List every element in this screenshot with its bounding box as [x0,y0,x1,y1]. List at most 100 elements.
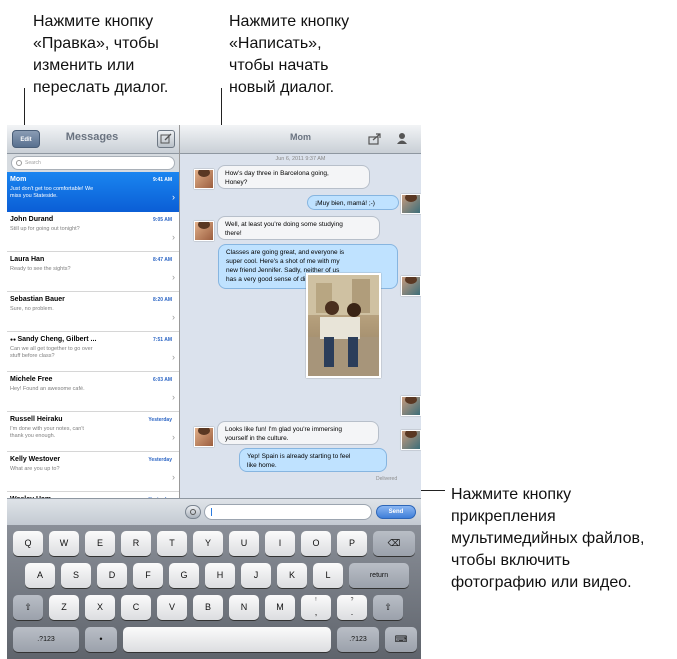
key-p[interactable]: P [337,531,367,556]
key-question-period[interactable]: ?. [337,595,367,620]
avatar-mom [194,221,214,241]
message-bubble-incoming: Well, at least you're doing some studyin… [217,216,380,240]
attach-callout: Нажмите кнопку прикрепления мультимедийн… [451,486,645,591]
chevron-right-icon: › [172,192,175,202]
conversation-preview: What are you up to? [10,466,60,472]
key-y[interactable]: Y [193,531,223,556]
numbers-key[interactable]: .?123 [13,627,79,652]
key-g[interactable]: G [169,563,199,588]
conversation-item[interactable]: John Durand 9:05 AM Still up for going out… [7,212,179,252]
avatar-me [401,194,421,214]
key-d[interactable]: D [97,563,127,588]
key-o[interactable]: O [301,531,331,556]
key-a[interactable]: A [25,563,55,588]
chat-pane: Mom Jun 6, 2011 9:37 AM How's day three … [180,125,421,498]
conversation-item[interactable]: ●● Sandy Cheng, Gilbert ... 7:51 AM Can we… [7,332,179,372]
conversation-preview: Just don't get too comfortable! We miss … [10,186,94,199]
compose-button[interactable] [157,130,175,148]
conversation-name-text: Sandy Cheng, Gilbert ... [17,336,97,343]
conversations-nav-bar: Edit Messages [7,125,179,154]
conversation-preview: Sure, no problem. [10,306,54,312]
conversation-preview: Still up for going out tonight? [10,226,80,232]
key-s[interactable]: S [61,563,91,588]
conversation-time: Yesterday [148,417,172,423]
key-m[interactable]: M [265,595,295,620]
conversation-name: Michele Free [10,376,52,383]
key-l[interactable]: L [313,563,343,588]
conversation-item[interactable]: Sebastian Bauer 8:20 AM Sure, no problem. › [7,292,179,332]
return-key[interactable]: return [349,563,409,588]
key-q[interactable]: Q [13,531,43,556]
search-placeholder: Search [25,160,41,166]
conversation-name: ●● Sandy Cheng, Gilbert ... [10,336,96,343]
photo-attachment[interactable] [306,273,381,378]
edit-leader-line [24,88,25,130]
shift-key-right[interactable]: ⇧ [373,595,403,620]
key-t[interactable]: T [157,531,187,556]
conversation-time: 9:41 AM [153,177,172,183]
chevron-right-icon: › [172,272,175,282]
message-bubble-outgoing: Yep! Spain is already starting to feel l… [239,448,387,472]
avatar-mom [194,427,214,447]
conversation-time: 8:20 AM [153,297,172,303]
shift-key[interactable]: ⇧ [13,595,43,620]
conversation-time: 6:03 AM [153,377,172,383]
send-button[interactable]: Send [376,505,416,519]
space-key[interactable] [123,627,331,652]
conversation-item[interactable]: Mom 9:41 AM Just don't get too comfortable… [7,172,179,212]
conversation-name-text: Russell Heiraku [10,416,63,423]
message-bubble-incoming: How's day three in Barcelona going, Hone… [217,165,370,189]
avatar-mom [194,169,214,189]
key-exclamation-comma[interactable]: !, [301,595,331,620]
search-input[interactable]: Search [11,156,175,170]
conversation-name-text: Mom [10,176,27,183]
chevron-right-icon: › [172,352,175,362]
edit-button[interactable]: Edit [12,130,40,148]
key-u[interactable]: U [229,531,259,556]
photo-image [308,275,379,376]
conversation-item[interactable]: Laura Han 8:47 AM Ready to see the sights?… [7,252,179,292]
dictation-mic-key[interactable]: • [85,627,117,652]
key-k[interactable]: K [277,563,307,588]
conversation-item[interactable]: Michele Free 6:03 AM Hey! Found an awesome… [7,372,179,412]
conversation-preview: Hey! Found an awesome café. [10,386,85,392]
key-e[interactable]: E [85,531,115,556]
key-f[interactable]: F [133,563,163,588]
key-n[interactable]: N [229,595,259,620]
backspace-key[interactable]: ⌫ [373,531,415,556]
conversation-name: Laura Han [10,256,44,263]
message-bubble-incoming: Looks like fun! I'm glad you're immersin… [217,421,379,445]
key-c[interactable]: C [121,595,151,620]
key-j[interactable]: J [241,563,271,588]
conversation-item[interactable]: Kelly Westover Yesterday What are you up t… [7,452,179,492]
hide-keyboard-key[interactable]: ⌨ [385,627,417,652]
compose-icon [160,133,172,144]
key-x[interactable]: X [85,595,115,620]
messages-title: Messages [65,131,119,143]
key-z[interactable]: Z [49,595,79,620]
key-w[interactable]: W [49,531,79,556]
conversation-item[interactable]: Russell Heiraku Yesterday I'm done with yo… [7,412,179,452]
message-input[interactable] [204,504,372,520]
avatar-me [401,396,421,416]
conversation-name-text: Michele Free [10,376,53,383]
camera-attach-button[interactable] [185,505,201,519]
key-r[interactable]: R [121,531,151,556]
avatar-me [401,430,421,450]
numbers-key-right[interactable]: .?123 [337,627,379,652]
contact-icon[interactable] [396,132,408,145]
key-b[interactable]: B [193,595,223,620]
key-top-label: ! [315,597,317,603]
key-v[interactable]: V [157,595,187,620]
key-i[interactable]: I [265,531,295,556]
chevron-right-icon: › [172,232,175,242]
text-cursor [211,508,212,516]
search-bar: Search [7,154,179,172]
forward-icon[interactable] [368,133,382,145]
chevron-right-icon: › [172,312,175,322]
conversation-name-text: John Durand [10,216,54,223]
key-bottom-label: , [314,607,318,617]
conversation-list: Mom 9:41 AM Just don't get too comfortable… [7,172,179,532]
key-h[interactable]: H [205,563,235,588]
conversation-name: Russell Heiraku [10,416,63,423]
